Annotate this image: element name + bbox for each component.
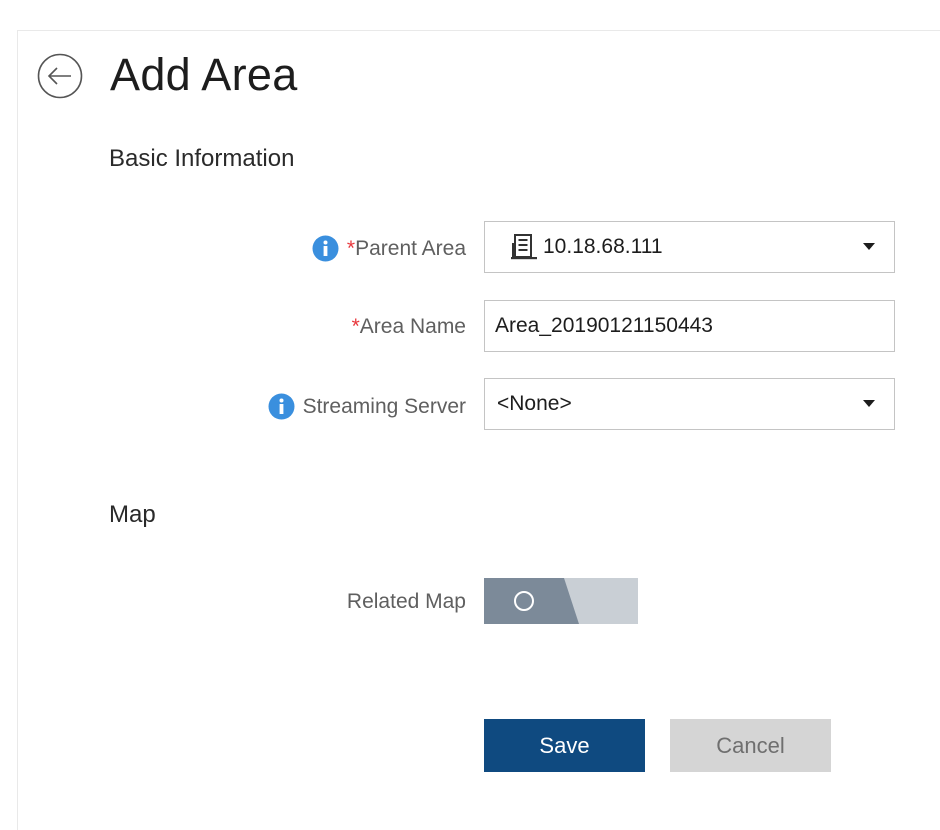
streaming-server-label-text: Streaming Server: [302, 394, 466, 418]
chevron-down-icon[interactable]: [863, 400, 875, 407]
info-icon[interactable]: [268, 393, 295, 420]
chevron-down-icon[interactable]: [863, 243, 875, 250]
section-title-basic-information: Basic Information: [109, 145, 295, 172]
info-icon[interactable]: [312, 235, 339, 262]
building-icon: [511, 234, 537, 260]
related-map-toggle[interactable]: [484, 578, 638, 624]
page-title: Add Area: [110, 49, 298, 100]
area-name-value: Area_20190121150443: [495, 314, 713, 337]
streaming-server-select[interactable]: <None>: [484, 378, 895, 430]
area-name-label: * Area Name: [352, 314, 466, 340]
streaming-server-value: <None>: [497, 392, 572, 415]
parent-area-select[interactable]: 10.18.68.111: [484, 221, 895, 273]
parent-area-value: 10.18.68.111: [543, 235, 663, 258]
required-mark: *: [346, 236, 356, 260]
back-icon[interactable]: [37, 53, 83, 99]
required-mark: *: [351, 315, 360, 338]
streaming-server-label: Streaming Server: [268, 393, 466, 420]
save-button[interactable]: Save: [484, 719, 645, 772]
area-name-label-text: Area Name: [359, 315, 466, 338]
parent-area-label-text: Parent Area: [355, 236, 466, 260]
related-map-label: Related Map: [346, 590, 466, 613]
parent-area-label: * Parent Area: [312, 235, 466, 262]
section-title-map: Map: [109, 501, 156, 528]
cancel-button[interactable]: Cancel: [670, 719, 831, 772]
area-name-input[interactable]: Area_20190121150443: [484, 300, 895, 352]
